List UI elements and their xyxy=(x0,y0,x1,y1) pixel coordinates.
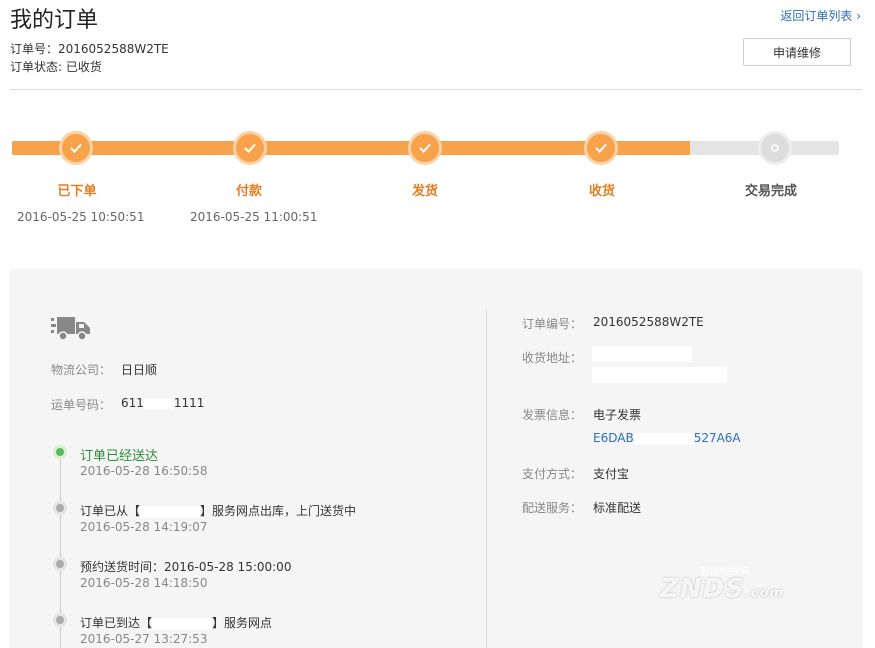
logistics-company-label: 物流公司： xyxy=(51,363,112,377)
page-title: 我的订单 xyxy=(10,8,99,33)
timeline-dot xyxy=(56,560,64,568)
truck-icon xyxy=(51,316,91,346)
tracking-number-label: 运单号码： xyxy=(51,398,112,412)
shipping-address-redacted-line-2 xyxy=(592,367,727,383)
apply-repair-button[interactable]: 申请维修 xyxy=(743,38,851,66)
watermark-main: ZNDS xyxy=(660,574,745,604)
step-time-ordered: 2016-05-25 10:50:51 xyxy=(17,210,145,224)
logistics-company-value: 日日顺 xyxy=(121,363,158,377)
timeline-dot xyxy=(56,616,64,624)
timeline-event-text: 订单已到达【 】服务网点 xyxy=(80,614,272,631)
step-label-ordered: 已下单 xyxy=(57,184,97,199)
delivery-service-value: 标准配送 xyxy=(593,501,642,515)
timeline-event-time: 2016-05-28 16:50:58 xyxy=(80,464,208,478)
timeline-event-prefix: 订单已到达【 xyxy=(80,616,153,630)
step-paid-check-icon xyxy=(233,131,267,165)
invoice-code-link[interactable]: E6DAB 527A6A xyxy=(593,431,741,445)
shipping-address-label: 收货地址： xyxy=(522,351,583,365)
timeline-dot-current xyxy=(56,448,64,456)
shipping-address-redacted-line-1 xyxy=(592,346,692,362)
step-ordered-check-icon xyxy=(59,131,93,165)
invoice-code-start: E6DAB xyxy=(593,431,634,445)
invoice-code-redaction xyxy=(633,432,694,445)
step-shipped-check-icon xyxy=(408,131,442,165)
step-label-complete: 交易完成 xyxy=(744,184,797,199)
timeline-event-prefix: 订单已从【 xyxy=(80,504,141,518)
order-number: 订单号：2016052588W2TE xyxy=(10,42,169,56)
timeline-event-text: 预约送货时间：2016-05-28 15:00:00 xyxy=(80,560,292,574)
timeline-event-text: 订单已经送达 xyxy=(80,449,159,464)
panel-divider xyxy=(486,310,487,648)
timeline-event-time: 2016-05-28 14:19:07 xyxy=(80,520,208,534)
invoice-info-label: 发票信息： xyxy=(522,408,583,422)
timeline-event-suffix: 】服务网点出库，上门送货中 xyxy=(200,504,357,518)
step-label-paid: 付款 xyxy=(235,184,262,199)
invoice-code-end: 527A6A xyxy=(693,431,741,445)
order-number-value: 2016052588W2TE xyxy=(593,315,704,329)
tracking-number-redaction xyxy=(143,398,174,409)
tracking-number-value: 611 1111 xyxy=(121,396,204,410)
step-label-shipped: 发货 xyxy=(411,184,438,199)
timeline-event-time: 2016-05-27 13:27:53 xyxy=(80,632,208,646)
step-label-received: 收货 xyxy=(588,184,615,199)
order-number-label: 订单编号： xyxy=(522,317,583,331)
step-complete-pending-icon xyxy=(758,131,792,165)
payment-method-label: 支付方式： xyxy=(522,467,583,481)
header-divider xyxy=(10,89,862,90)
payment-method-value: 支付宝 xyxy=(593,467,630,481)
timeline-event-text: 订单已从【 】服务网点出库，上门送货中 xyxy=(80,502,356,519)
back-to-order-list-link[interactable]: 返回订单列表 › xyxy=(780,7,861,24)
step-time-paid: 2016-05-25 11:00:51 xyxy=(190,210,318,224)
timeline-redaction xyxy=(152,617,213,630)
invoice-type-value: 电子发票 xyxy=(593,408,642,422)
order-status: 订单状态: 已收货 xyxy=(10,60,102,74)
timeline-dot xyxy=(56,504,64,512)
delivery-service-label: 配送服务： xyxy=(522,501,583,515)
tracking-number-tail: 1111 xyxy=(173,396,205,410)
tracking-number-start: 611 xyxy=(121,396,144,410)
watermark-logo: ZNDS.com xyxy=(660,574,784,604)
step-received-check-icon xyxy=(584,131,618,165)
timeline-redaction xyxy=(140,505,201,518)
timeline-event-suffix: 】服务网点 xyxy=(212,616,273,630)
timeline-event-time: 2016-05-28 14:18:50 xyxy=(80,576,208,590)
watermark-suffix: .com xyxy=(744,586,785,601)
